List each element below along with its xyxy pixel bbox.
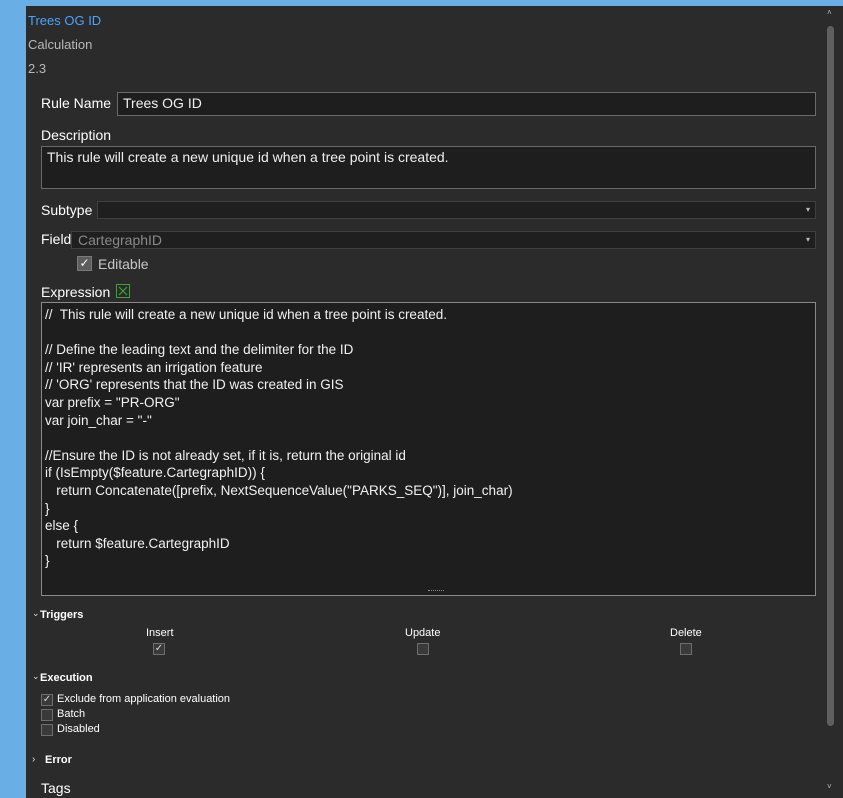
code-line: } [45, 500, 50, 516]
expression-label: Expression [41, 284, 111, 300]
code-line: // Define the leading text and the delim… [45, 342, 354, 358]
trigger-insert-label: Insert [146, 627, 174, 639]
code-line: // 'IR' represents an irrigation feature [45, 359, 263, 375]
tags-label: Tags [41, 780, 71, 796]
expression-editor[interactable]: // This rule will create a new unique id… [41, 302, 816, 596]
trigger-delete-label: Delete [670, 627, 702, 639]
subtype-dropdown[interactable]: ▾ [97, 201, 816, 219]
chevron-down-icon: ▾ [805, 205, 810, 214]
description-input[interactable]: This rule will create a new unique id wh… [41, 146, 816, 189]
batch-label: Batch [57, 708, 86, 720]
description-label: Description [41, 127, 112, 143]
trigger-update-label: Update [405, 627, 441, 639]
expression-icon [118, 286, 128, 296]
code-line: // 'ORG' represents that the ID was crea… [45, 377, 344, 393]
batch-checkbox[interactable] [41, 709, 53, 721]
code-line: return Concatenate([prefix, NextSequence… [45, 482, 513, 498]
trigger-update-checkbox[interactable] [417, 643, 429, 655]
code-line: var join_char = "-" [45, 412, 152, 428]
description-value: This rule will create a new unique id wh… [47, 149, 449, 165]
scroll-down-icon[interactable]: ˅ [827, 782, 832, 791]
triggers-header[interactable]: Triggers [40, 609, 83, 621]
subtype-label: Subtype [41, 202, 93, 218]
chevron-down-icon[interactable]: ⌄ [32, 671, 40, 682]
field-dropdown[interactable]: CartegraphID ▾ [71, 231, 816, 249]
code-line: // This rule will create a new unique id… [45, 307, 447, 322]
resize-grip[interactable] [428, 590, 444, 594]
code-line: if (IsEmpty($feature.CartegraphID)) { [45, 465, 265, 481]
disabled-checkbox[interactable] [41, 724, 53, 736]
scroll-thumb[interactable] [827, 26, 834, 726]
execution-header[interactable]: Execution [40, 672, 93, 684]
exclude-evaluation-label: Exclude from application evaluation [57, 693, 231, 705]
rule-title: Trees OG ID [28, 13, 102, 28]
rule-name-value: Trees OG ID [123, 95, 202, 111]
expression-builder-icon[interactable] [116, 284, 130, 298]
editable-checkbox[interactable]: ✓ [77, 256, 92, 271]
code-line: return $feature.CartegraphID [45, 535, 230, 551]
field-value: CartegraphID [78, 232, 163, 248]
trigger-delete-checkbox[interactable] [680, 643, 692, 655]
error-header[interactable]: Error [45, 754, 72, 766]
chevron-down-icon: ▾ [805, 235, 810, 244]
code-line: //Ensure the ID is not already set, if i… [45, 447, 406, 463]
rule-name-label: Rule Name [41, 95, 112, 111]
rule-type: Calculation [28, 37, 93, 52]
code-line: else { [45, 518, 79, 534]
code-line: var prefix = "PR-ORG" [45, 394, 180, 410]
chevron-down-icon[interactable]: ⌄ [32, 608, 40, 619]
vertical-scrollbar[interactable]: ˄ ˅ [826, 6, 835, 798]
exclude-evaluation-checkbox[interactable]: ✓ [41, 694, 53, 706]
scroll-up-icon[interactable]: ˄ [827, 8, 832, 17]
attribute-rule-panel: Trees OG ID Calculation 2.3 Rule Name Tr… [26, 6, 843, 798]
trigger-insert-checkbox[interactable]: ✓ [153, 643, 165, 655]
disabled-label: Disabled [57, 723, 100, 735]
rule-name-input[interactable]: Trees OG ID [117, 92, 816, 116]
field-label: Field [41, 231, 72, 247]
code-line: } [45, 553, 50, 569]
chevron-right-icon[interactable]: › [32, 754, 35, 765]
rule-version: 2.3 [28, 61, 47, 76]
editable-label: Editable [98, 256, 149, 272]
